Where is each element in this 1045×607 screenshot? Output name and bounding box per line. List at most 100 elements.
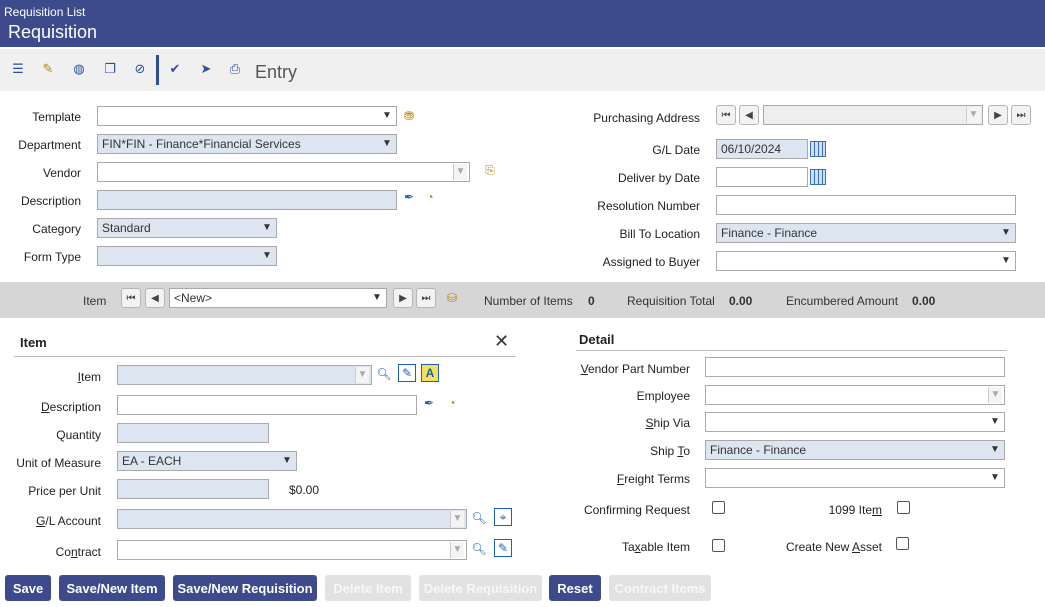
item-list-icon[interactable]: ⛁ xyxy=(443,289,461,307)
chevron-down-icon: ▼ xyxy=(382,110,392,121)
prev-record-icon[interactable]: ◀ xyxy=(739,105,759,125)
requisition-total-label: Requisition Total xyxy=(627,294,715,308)
vendor-part-number-input[interactable] xyxy=(705,357,1005,377)
item-select[interactable]: ▼ xyxy=(117,365,372,385)
taxable-item-label: Taxable Item xyxy=(621,540,690,554)
requisition-total-value: 0.00 xyxy=(729,294,753,308)
item-label: Item xyxy=(77,370,101,384)
create-new-asset-checkbox[interactable] xyxy=(896,537,909,550)
save-button[interactable]: Save xyxy=(5,575,51,601)
item-navigation-bar: Item ⏮ ◀ <New> ▼ ▶ ⏭ ⛁ Number of Items 0 … xyxy=(0,282,1045,318)
edit-text-icon[interactable]: ✒ xyxy=(420,394,438,412)
price-per-unit-input[interactable] xyxy=(117,479,269,499)
encumbered-amount-label: Encumbered Amount xyxy=(786,294,899,308)
save-new-requisition-button[interactable]: Save/New Requisition xyxy=(173,575,317,601)
delete-item-button[interactable]: Delete Item xyxy=(325,575,411,601)
calendar-icon[interactable] xyxy=(810,169,826,185)
close-icon[interactable]: ✕ xyxy=(494,331,509,352)
confirming-request-checkbox[interactable] xyxy=(712,501,725,514)
copy-icon[interactable]: ❐ xyxy=(98,57,122,81)
breadcrumb[interactable]: Requisition List xyxy=(4,5,85,19)
assigned-to-buyer-select[interactable]: ▼ xyxy=(716,251,1016,271)
ship-via-select[interactable]: ▼ xyxy=(705,412,1005,432)
item-description-input[interactable] xyxy=(117,395,417,415)
globe-icon[interactable]: ◍ xyxy=(67,57,91,81)
search-icon[interactable]: 🔍︎ xyxy=(375,365,393,383)
deliver-by-date-input[interactable] xyxy=(716,167,808,187)
gl-date-input[interactable]: 06/10/2024 xyxy=(716,139,808,159)
page-title: Requisition xyxy=(8,22,98,42)
void-icon[interactable]: ⊘ xyxy=(128,57,152,81)
chevron-down-icon: ▼ xyxy=(382,138,392,149)
purchasing-address-label: Purchasing Address xyxy=(593,111,700,125)
target-icon[interactable]: ⌖ xyxy=(494,508,512,526)
search-icon[interactable]: 🔍︎ xyxy=(470,540,488,558)
edit-item-icon[interactable]: ✎ xyxy=(398,364,416,382)
edit-contract-icon[interactable]: ✎ xyxy=(494,539,512,557)
form-type-select[interactable]: ▼ xyxy=(97,246,277,266)
item-nav-select[interactable]: <New> ▼ xyxy=(169,288,387,308)
resolution-number-label: Resolution Number xyxy=(597,199,700,213)
chevron-down-icon: ▼ xyxy=(262,222,272,233)
gl-account-select[interactable]: ▼ xyxy=(117,509,467,529)
taxable-item-checkbox[interactable] xyxy=(712,539,725,552)
purchasing-address-select[interactable]: ▼ xyxy=(763,105,983,125)
contract-select[interactable]: ▼ xyxy=(117,540,467,560)
chevron-down-icon: ▼ xyxy=(372,292,382,303)
last-item-icon[interactable]: ⏭ xyxy=(416,288,436,308)
item-section-divider xyxy=(14,356,516,357)
search-icon[interactable]: 🔍︎ xyxy=(470,509,488,527)
prev-item-icon[interactable]: ◀ xyxy=(145,288,165,308)
chevron-down-icon: ▼ xyxy=(282,455,292,466)
print-icon[interactable]: ⎙ xyxy=(223,57,247,81)
vendor-select[interactable]: ▼ xyxy=(97,162,470,182)
vendor-label: Vendor xyxy=(42,166,81,180)
text-a-icon[interactable]: A xyxy=(421,364,439,382)
submit-icon[interactable]: ➤ xyxy=(194,57,218,81)
ship-to-select[interactable]: Finance - Finance ▼ xyxy=(705,440,1005,460)
vendor-lookup-icon[interactable]: ⎘ xyxy=(481,161,499,179)
chevron-down-icon: ▼ xyxy=(1001,255,1011,266)
category-select[interactable]: Standard ▼ xyxy=(97,218,277,238)
item-1099-checkbox[interactable] xyxy=(897,501,910,514)
template-label: Template xyxy=(32,110,81,124)
reset-button[interactable]: Reset xyxy=(549,575,601,601)
freight-terms-select[interactable]: ▼ xyxy=(705,468,1005,488)
chevron-down-icon: ▼ xyxy=(355,367,369,383)
vendor-part-number-label: Vendor Part Number xyxy=(580,362,690,376)
detail-section-divider xyxy=(576,350,1007,351)
edit-icon[interactable]: ✎ xyxy=(36,57,60,81)
ship-to-label: Ship To xyxy=(650,444,690,458)
description-input[interactable] xyxy=(97,190,397,210)
list-icon[interactable]: ☰ xyxy=(6,57,30,81)
next-item-icon[interactable]: ▶ xyxy=(393,288,413,308)
department-select[interactable]: FIN*FIN - Finance*Financial Services ▼ xyxy=(97,134,397,154)
unit-of-measure-select[interactable]: EA - EACH ▼ xyxy=(117,451,297,471)
category-label: Category xyxy=(32,222,81,236)
bill-to-location-label: Bill To Location xyxy=(619,227,701,241)
chevron-down-icon: ▼ xyxy=(988,387,1002,403)
template-lookup-icon[interactable]: ⛃ xyxy=(400,107,418,125)
toolbar: ☰ ✎ ◍ ❐ ⊘ ✔ ➤ ⎙ Entry xyxy=(0,49,1045,91)
save-new-item-button[interactable]: Save/New Item xyxy=(59,575,165,601)
edit-text-icon[interactable]: ✒ xyxy=(400,188,418,206)
quantity-input[interactable] xyxy=(117,423,269,443)
chevron-down-icon: ▼ xyxy=(966,107,980,123)
clock-icon[interactable]: ◔ xyxy=(421,188,439,206)
calendar-icon[interactable] xyxy=(810,141,826,157)
first-record-icon[interactable]: ⏮ xyxy=(716,105,736,125)
bill-to-location-select[interactable]: Finance - Finance ▼ xyxy=(716,223,1016,243)
delete-requisition-button[interactable]: Delete Requisition xyxy=(419,575,542,601)
number-of-items-label: Number of Items xyxy=(484,294,573,308)
department-label: Department xyxy=(18,138,81,152)
employee-select[interactable]: ▼ xyxy=(705,385,1005,405)
template-select[interactable]: ▼ xyxy=(97,106,397,126)
approve-icon[interactable]: ✔ xyxy=(163,57,187,81)
toolbar-separator xyxy=(156,55,159,85)
last-record-icon[interactable]: ⏭ xyxy=(1011,105,1031,125)
clock-icon[interactable]: ◔ xyxy=(443,394,461,412)
contract-items-button[interactable]: Contract Items xyxy=(609,575,711,601)
resolution-number-input[interactable] xyxy=(716,195,1016,215)
first-item-icon[interactable]: ⏮ xyxy=(121,288,141,308)
next-record-icon[interactable]: ▶ xyxy=(988,105,1008,125)
